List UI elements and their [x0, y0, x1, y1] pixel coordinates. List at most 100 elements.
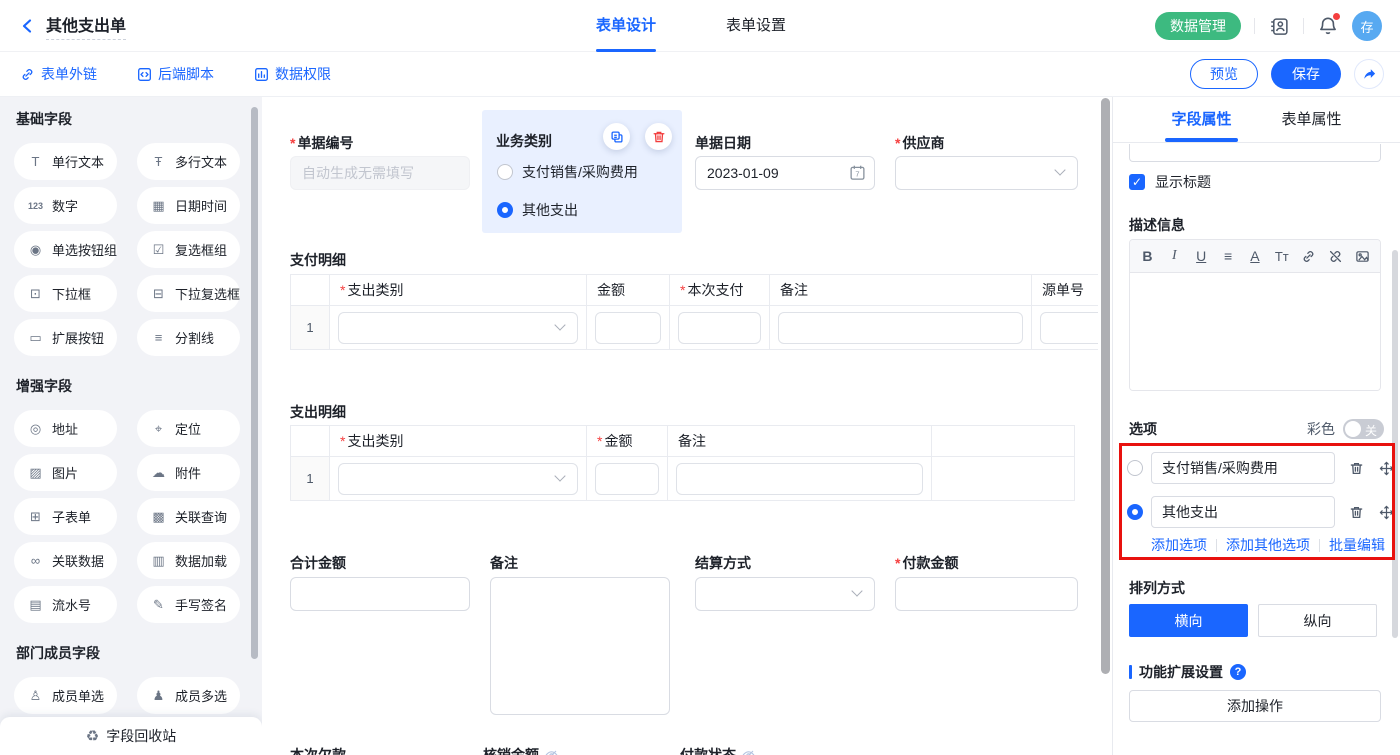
remark-textarea[interactable]: [490, 577, 670, 715]
data-manage-button[interactable]: 数据管理: [1155, 12, 1241, 40]
field-pill[interactable]: ⊡下拉框: [14, 275, 117, 312]
delete-option-button[interactable]: [1348, 504, 1365, 521]
field-pill[interactable]: ▩关联查询: [137, 498, 240, 535]
cell-select[interactable]: [338, 463, 578, 495]
field-pill[interactable]: ♟成员多选: [137, 677, 240, 714]
field-title-input-clipped[interactable]: [1129, 144, 1381, 162]
field-pill[interactable]: ⊞子表单: [14, 498, 117, 535]
page-title[interactable]: 其他支出单: [46, 12, 126, 40]
bold-icon[interactable]: B: [1136, 245, 1158, 267]
help-icon[interactable]: ?: [1230, 664, 1246, 680]
add-operation-button[interactable]: 添加操作: [1129, 690, 1381, 722]
option-action-link[interactable]: 添加选项: [1151, 535, 1207, 555]
color-toggle[interactable]: 关: [1343, 419, 1384, 439]
sidebar-scrollbar[interactable]: [251, 107, 258, 659]
data-permission-link[interactable]: 数据权限: [254, 64, 331, 84]
column-header-label: 支出类别: [340, 431, 403, 451]
column-header-label: 金额: [597, 431, 632, 451]
field-pill[interactable]: Ŧ多行文本: [137, 143, 240, 180]
tab-form-settings[interactable]: 表单设置: [726, 0, 786, 52]
field-pill[interactable]: ▦日期时间: [137, 187, 240, 224]
total-amount-input[interactable]: [290, 577, 470, 611]
image-icon[interactable]: [1351, 245, 1373, 267]
link-icon[interactable]: [1298, 245, 1320, 267]
field-pill[interactable]: ▥数据加载: [137, 542, 240, 579]
supplier-select[interactable]: [895, 156, 1078, 190]
field-pill[interactable]: ◉单选按钮组: [14, 231, 117, 268]
serial-number-icon: ▤: [27, 597, 44, 613]
field-pill[interactable]: ≡分割线: [137, 319, 240, 356]
field-pill[interactable]: ✎手写签名: [137, 586, 240, 623]
field-pill[interactable]: ⌖定位: [137, 410, 240, 447]
radio-unchecked-icon[interactable]: [497, 164, 513, 180]
canvas-scrollbar[interactable]: [1098, 97, 1112, 755]
option-text-input[interactable]: [1151, 496, 1335, 528]
topbar-left: 其他支出单: [20, 0, 126, 52]
cell-input[interactable]: [595, 312, 661, 344]
payment-amount-input[interactable]: [895, 577, 1078, 611]
cell-select[interactable]: [338, 312, 578, 344]
form-external-link[interactable]: 表单外链: [20, 64, 97, 84]
field-label-doc-no: 单据编号: [290, 133, 353, 153]
radio-unchecked-icon[interactable]: [1127, 460, 1143, 476]
cell-input[interactable]: [676, 463, 923, 495]
cell-input[interactable]: [1040, 312, 1098, 344]
cell-input[interactable]: [778, 312, 1023, 344]
arrangement-vertical-button[interactable]: 纵向: [1258, 604, 1377, 637]
field-recycle-bin[interactable]: ♻ 字段回收站: [0, 717, 262, 755]
field-pill[interactable]: T单行文本: [14, 143, 117, 180]
copy-field-button[interactable]: [603, 123, 630, 150]
tab-form-properties[interactable]: 表单属性: [1282, 97, 1342, 142]
lookup-query-icon: ▩: [150, 509, 167, 525]
field-pill[interactable]: ▭扩展按钮: [14, 319, 117, 356]
field-label-supplier: 供应商: [895, 133, 944, 153]
field-pill[interactable]: ◎地址: [14, 410, 117, 447]
arrangement-horizontal-button[interactable]: 横向: [1129, 604, 1248, 637]
radio-checked-icon[interactable]: [1127, 504, 1143, 520]
doc-date-input[interactable]: [695, 156, 875, 190]
field-pill[interactable]: 123数字: [14, 187, 117, 224]
option-text-input[interactable]: [1151, 452, 1335, 484]
checkbox-checked-icon[interactable]: ✓: [1129, 174, 1145, 190]
tab-field-properties[interactable]: 字段属性: [1171, 97, 1231, 142]
align-icon[interactable]: ≡: [1217, 245, 1239, 267]
cell-input[interactable]: [595, 463, 659, 495]
settlement-select[interactable]: [695, 577, 875, 611]
field-pill[interactable]: ∞关联数据: [14, 542, 117, 579]
underline-icon[interactable]: U: [1190, 245, 1212, 267]
back-icon[interactable]: [20, 17, 34, 35]
delete-option-button[interactable]: [1348, 460, 1365, 477]
editor-body[interactable]: [1130, 273, 1380, 391]
field-pill[interactable]: ▨图片: [14, 454, 117, 491]
biz-option-2[interactable]: 其他支出: [497, 200, 578, 220]
avatar[interactable]: 存: [1352, 11, 1382, 41]
selected-field-biz-type[interactable]: 业务类别 支付销售/采购费用 其他支出: [482, 110, 682, 233]
field-pill[interactable]: ⊟下拉复选框: [137, 275, 240, 312]
option-action-link[interactable]: 批量编辑: [1329, 535, 1385, 555]
calendar-icon[interactable]: 7: [849, 164, 866, 181]
backend-script-link[interactable]: 后端脚本: [137, 64, 214, 84]
cell-input[interactable]: [678, 312, 761, 344]
notification-bell-icon[interactable]: [1317, 15, 1339, 37]
preview-button[interactable]: 预览: [1190, 59, 1258, 89]
option-action-link[interactable]: 添加其他选项: [1226, 535, 1310, 555]
biz-option-1[interactable]: 支付销售/采购费用: [497, 162, 638, 182]
field-pill[interactable]: ☁附件: [137, 454, 240, 491]
tab-form-design[interactable]: 表单设计: [596, 0, 656, 52]
save-button[interactable]: 保存: [1271, 59, 1341, 89]
delete-field-button[interactable]: [645, 123, 672, 150]
doc-no-input[interactable]: [290, 156, 470, 190]
field-pill[interactable]: ☑复选框组: [137, 231, 240, 268]
panel-scrollbar-thumb[interactable]: [1392, 250, 1398, 638]
font-size-icon[interactable]: Tᴛ: [1271, 245, 1293, 267]
field-pill[interactable]: ▤流水号: [14, 586, 117, 623]
unlink-icon[interactable]: [1325, 245, 1347, 267]
font-color-icon[interactable]: A: [1244, 245, 1266, 267]
canvas-scrollbar-thumb[interactable]: [1101, 98, 1110, 674]
radio-group-icon: ◉: [27, 242, 44, 258]
field-pill[interactable]: ♙成员单选: [14, 677, 117, 714]
radio-checked-icon[interactable]: [497, 202, 513, 218]
italic-icon[interactable]: I: [1163, 245, 1185, 267]
contact-book-icon[interactable]: [1268, 15, 1290, 37]
share-button[interactable]: [1354, 59, 1384, 89]
